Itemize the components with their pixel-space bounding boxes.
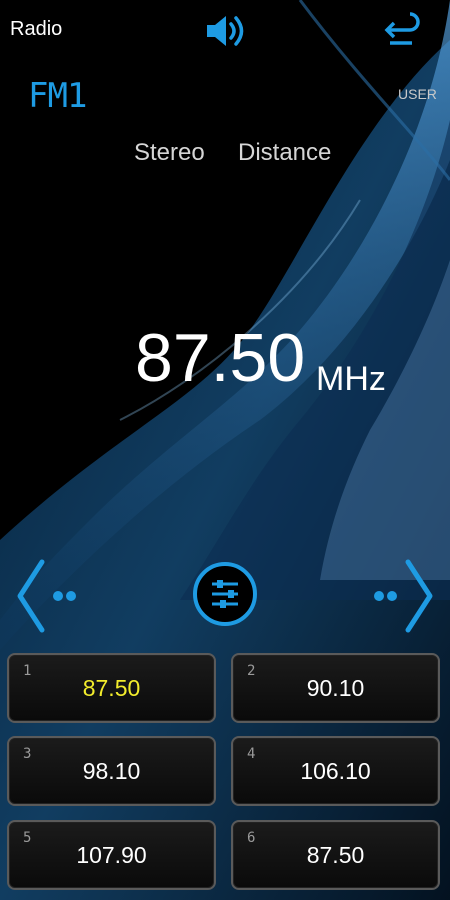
preset-frequency: 107.90 — [76, 842, 147, 868]
app-title: Radio — [10, 18, 63, 40]
preset-button-6[interactable]: 6 87.50 — [231, 820, 440, 890]
speaker-volume-icon[interactable] — [203, 8, 249, 54]
equalizer-icon[interactable] — [192, 561, 258, 627]
preset-button-4[interactable]: 4 106.10 — [231, 736, 440, 806]
seek-prev-icon[interactable] — [12, 556, 78, 640]
preset-frequency: 87.50 — [82, 675, 141, 701]
preset-button-2[interactable]: 2 90.10 — [231, 653, 440, 723]
band-label[interactable]: FM1 — [28, 76, 87, 116]
seek-next-icon[interactable] — [372, 556, 438, 640]
preset-frequency: 106.10 — [300, 758, 371, 784]
frequency-display: 87.50 — [135, 320, 306, 396]
distance-indicator: Distance — [238, 139, 332, 166]
preset-button-3[interactable]: 3 98.10 — [7, 736, 216, 806]
frequency-unit: MHz — [316, 360, 386, 398]
stereo-indicator: Stereo — [134, 139, 205, 166]
preset-frequency: 87.50 — [306, 842, 365, 868]
preset-frequency: 90.10 — [306, 675, 365, 701]
preset-button-1[interactable]: 1 87.50 — [7, 653, 216, 723]
user-mode-label[interactable]: USER — [398, 86, 437, 102]
return-icon[interactable] — [380, 12, 422, 48]
preset-button-5[interactable]: 5 107.90 — [7, 820, 216, 890]
preset-frequency: 98.10 — [82, 758, 141, 784]
